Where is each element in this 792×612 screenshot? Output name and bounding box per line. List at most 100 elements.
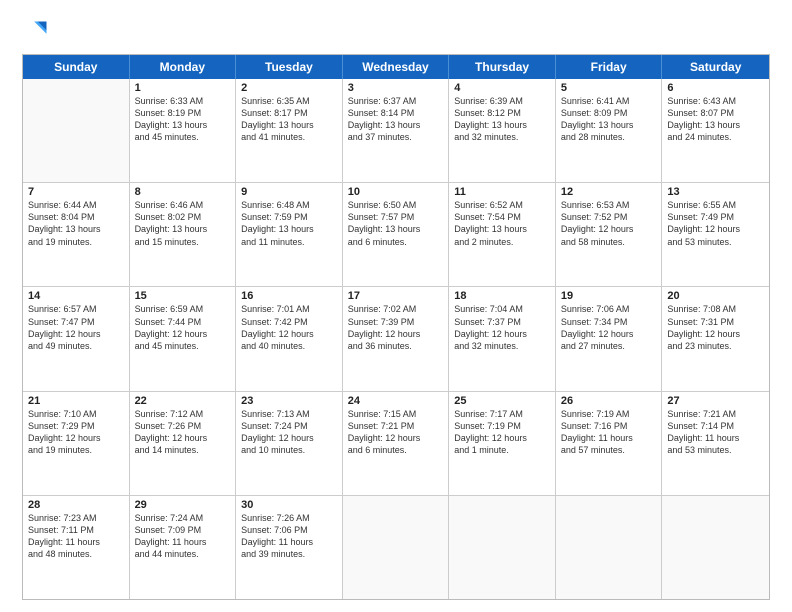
day-number-8: 8 (135, 186, 231, 198)
day-info-2: Sunrise: 6:35 AM Sunset: 8:17 PM Dayligh… (241, 95, 337, 144)
day-info-23: Sunrise: 7:13 AM Sunset: 7:24 PM Dayligh… (241, 408, 337, 457)
day-cell-8: 8Sunrise: 6:46 AM Sunset: 8:02 PM Daylig… (130, 183, 237, 286)
day-info-26: Sunrise: 7:19 AM Sunset: 7:16 PM Dayligh… (561, 408, 657, 457)
day-info-3: Sunrise: 6:37 AM Sunset: 8:14 PM Dayligh… (348, 95, 444, 144)
day-number-1: 1 (135, 82, 231, 94)
day-number-14: 14 (28, 290, 124, 302)
day-info-25: Sunrise: 7:17 AM Sunset: 7:19 PM Dayligh… (454, 408, 550, 457)
day-info-16: Sunrise: 7:01 AM Sunset: 7:42 PM Dayligh… (241, 303, 337, 352)
header-day-tuesday: Tuesday (236, 55, 343, 79)
day-number-24: 24 (348, 395, 444, 407)
day-number-9: 9 (241, 186, 337, 198)
day-info-18: Sunrise: 7:04 AM Sunset: 7:37 PM Dayligh… (454, 303, 550, 352)
calendar-row-2: 14Sunrise: 6:57 AM Sunset: 7:47 PM Dayli… (23, 286, 769, 390)
day-number-13: 13 (667, 186, 764, 198)
day-number-7: 7 (28, 186, 124, 198)
day-info-6: Sunrise: 6:43 AM Sunset: 8:07 PM Dayligh… (667, 95, 764, 144)
day-info-12: Sunrise: 6:53 AM Sunset: 7:52 PM Dayligh… (561, 199, 657, 248)
day-cell-26: 26Sunrise: 7:19 AM Sunset: 7:16 PM Dayli… (556, 392, 663, 495)
day-cell-1: 1Sunrise: 6:33 AM Sunset: 8:19 PM Daylig… (130, 79, 237, 182)
calendar-row-0: 1Sunrise: 6:33 AM Sunset: 8:19 PM Daylig… (23, 79, 769, 182)
calendar: SundayMondayTuesdayWednesdayThursdayFrid… (22, 54, 770, 600)
day-cell-25: 25Sunrise: 7:17 AM Sunset: 7:19 PM Dayli… (449, 392, 556, 495)
day-cell-24: 24Sunrise: 7:15 AM Sunset: 7:21 PM Dayli… (343, 392, 450, 495)
day-cell-21: 21Sunrise: 7:10 AM Sunset: 7:29 PM Dayli… (23, 392, 130, 495)
day-info-22: Sunrise: 7:12 AM Sunset: 7:26 PM Dayligh… (135, 408, 231, 457)
day-cell-13: 13Sunrise: 6:55 AM Sunset: 7:49 PM Dayli… (662, 183, 769, 286)
day-number-16: 16 (241, 290, 337, 302)
day-number-27: 27 (667, 395, 764, 407)
day-cell-6: 6Sunrise: 6:43 AM Sunset: 8:07 PM Daylig… (662, 79, 769, 182)
header (22, 18, 770, 46)
day-cell-16: 16Sunrise: 7:01 AM Sunset: 7:42 PM Dayli… (236, 287, 343, 390)
day-number-26: 26 (561, 395, 657, 407)
header-day-saturday: Saturday (662, 55, 769, 79)
day-cell-30: 30Sunrise: 7:26 AM Sunset: 7:06 PM Dayli… (236, 496, 343, 599)
empty-cell-0-0 (23, 79, 130, 182)
calendar-row-3: 21Sunrise: 7:10 AM Sunset: 7:29 PM Dayli… (23, 391, 769, 495)
calendar-row-1: 7Sunrise: 6:44 AM Sunset: 8:04 PM Daylig… (23, 182, 769, 286)
day-cell-9: 9Sunrise: 6:48 AM Sunset: 7:59 PM Daylig… (236, 183, 343, 286)
day-number-6: 6 (667, 82, 764, 94)
day-cell-19: 19Sunrise: 7:06 AM Sunset: 7:34 PM Dayli… (556, 287, 663, 390)
day-number-30: 30 (241, 499, 337, 511)
day-number-15: 15 (135, 290, 231, 302)
empty-cell-4-3 (343, 496, 450, 599)
day-number-2: 2 (241, 82, 337, 94)
header-day-thursday: Thursday (449, 55, 556, 79)
header-day-wednesday: Wednesday (343, 55, 450, 79)
day-cell-10: 10Sunrise: 6:50 AM Sunset: 7:57 PM Dayli… (343, 183, 450, 286)
day-cell-2: 2Sunrise: 6:35 AM Sunset: 8:17 PM Daylig… (236, 79, 343, 182)
day-cell-5: 5Sunrise: 6:41 AM Sunset: 8:09 PM Daylig… (556, 79, 663, 182)
calendar-row-4: 28Sunrise: 7:23 AM Sunset: 7:11 PM Dayli… (23, 495, 769, 599)
day-cell-18: 18Sunrise: 7:04 AM Sunset: 7:37 PM Dayli… (449, 287, 556, 390)
day-number-20: 20 (667, 290, 764, 302)
day-info-28: Sunrise: 7:23 AM Sunset: 7:11 PM Dayligh… (28, 512, 124, 561)
day-number-18: 18 (454, 290, 550, 302)
day-cell-14: 14Sunrise: 6:57 AM Sunset: 7:47 PM Dayli… (23, 287, 130, 390)
day-info-29: Sunrise: 7:24 AM Sunset: 7:09 PM Dayligh… (135, 512, 231, 561)
day-info-14: Sunrise: 6:57 AM Sunset: 7:47 PM Dayligh… (28, 303, 124, 352)
empty-cell-4-5 (556, 496, 663, 599)
logo (22, 18, 54, 46)
calendar-header: SundayMondayTuesdayWednesdayThursdayFrid… (23, 55, 769, 79)
day-number-3: 3 (348, 82, 444, 94)
day-cell-22: 22Sunrise: 7:12 AM Sunset: 7:26 PM Dayli… (130, 392, 237, 495)
day-cell-23: 23Sunrise: 7:13 AM Sunset: 7:24 PM Dayli… (236, 392, 343, 495)
day-info-30: Sunrise: 7:26 AM Sunset: 7:06 PM Dayligh… (241, 512, 337, 561)
day-number-12: 12 (561, 186, 657, 198)
day-number-10: 10 (348, 186, 444, 198)
day-info-1: Sunrise: 6:33 AM Sunset: 8:19 PM Dayligh… (135, 95, 231, 144)
day-info-8: Sunrise: 6:46 AM Sunset: 8:02 PM Dayligh… (135, 199, 231, 248)
day-number-28: 28 (28, 499, 124, 511)
day-info-11: Sunrise: 6:52 AM Sunset: 7:54 PM Dayligh… (454, 199, 550, 248)
day-cell-7: 7Sunrise: 6:44 AM Sunset: 8:04 PM Daylig… (23, 183, 130, 286)
calendar-body: 1Sunrise: 6:33 AM Sunset: 8:19 PM Daylig… (23, 79, 769, 599)
day-info-24: Sunrise: 7:15 AM Sunset: 7:21 PM Dayligh… (348, 408, 444, 457)
day-number-11: 11 (454, 186, 550, 198)
day-info-5: Sunrise: 6:41 AM Sunset: 8:09 PM Dayligh… (561, 95, 657, 144)
header-day-friday: Friday (556, 55, 663, 79)
day-number-29: 29 (135, 499, 231, 511)
day-number-25: 25 (454, 395, 550, 407)
empty-cell-4-6 (662, 496, 769, 599)
day-cell-17: 17Sunrise: 7:02 AM Sunset: 7:39 PM Dayli… (343, 287, 450, 390)
day-cell-29: 29Sunrise: 7:24 AM Sunset: 7:09 PM Dayli… (130, 496, 237, 599)
day-cell-4: 4Sunrise: 6:39 AM Sunset: 8:12 PM Daylig… (449, 79, 556, 182)
day-info-15: Sunrise: 6:59 AM Sunset: 7:44 PM Dayligh… (135, 303, 231, 352)
day-number-17: 17 (348, 290, 444, 302)
day-cell-20: 20Sunrise: 7:08 AM Sunset: 7:31 PM Dayli… (662, 287, 769, 390)
day-number-23: 23 (241, 395, 337, 407)
day-cell-27: 27Sunrise: 7:21 AM Sunset: 7:14 PM Dayli… (662, 392, 769, 495)
page: SundayMondayTuesdayWednesdayThursdayFrid… (0, 0, 792, 612)
day-info-9: Sunrise: 6:48 AM Sunset: 7:59 PM Dayligh… (241, 199, 337, 248)
day-cell-28: 28Sunrise: 7:23 AM Sunset: 7:11 PM Dayli… (23, 496, 130, 599)
day-number-4: 4 (454, 82, 550, 94)
day-info-19: Sunrise: 7:06 AM Sunset: 7:34 PM Dayligh… (561, 303, 657, 352)
day-number-19: 19 (561, 290, 657, 302)
day-info-4: Sunrise: 6:39 AM Sunset: 8:12 PM Dayligh… (454, 95, 550, 144)
day-info-13: Sunrise: 6:55 AM Sunset: 7:49 PM Dayligh… (667, 199, 764, 248)
day-cell-15: 15Sunrise: 6:59 AM Sunset: 7:44 PM Dayli… (130, 287, 237, 390)
day-number-5: 5 (561, 82, 657, 94)
day-info-7: Sunrise: 6:44 AM Sunset: 8:04 PM Dayligh… (28, 199, 124, 248)
